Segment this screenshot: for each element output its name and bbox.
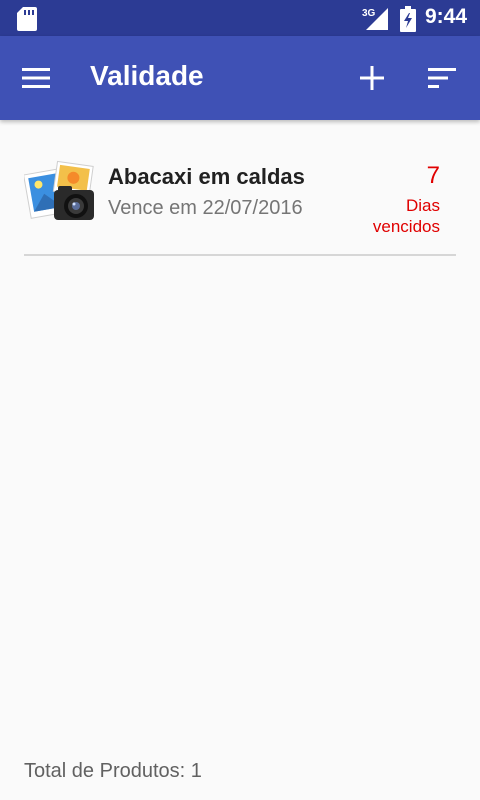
expired-days-count: 7 — [426, 162, 440, 189]
battery-charging-icon — [400, 6, 416, 32]
app-bar: Validade — [0, 36, 480, 120]
page-title: Validade — [90, 60, 204, 91]
clock: 9:44 — [425, 5, 468, 28]
status-bar: 3G 9:44 — [0, 0, 480, 36]
list-item[interactable]: Abacaxi em caldas Vence em 22/07/2016 7 … — [24, 140, 456, 256]
sd-card-icon — [17, 7, 37, 31]
add-icon[interactable] — [356, 62, 388, 94]
photo-camera-icon — [24, 160, 94, 220]
products-total: Total de Produtos: 1 — [24, 760, 202, 782]
menu-icon[interactable] — [20, 62, 52, 94]
product-expiry-date: Vence em 22/07/2016 — [108, 197, 303, 219]
sort-icon[interactable] — [424, 62, 460, 94]
product-name: Abacaxi em caldas — [108, 164, 305, 189]
signal-icon: 3G — [362, 8, 388, 30]
expired-days-label: Dias vencidos — [372, 196, 440, 236]
network-type-label: 3G — [362, 8, 376, 19]
